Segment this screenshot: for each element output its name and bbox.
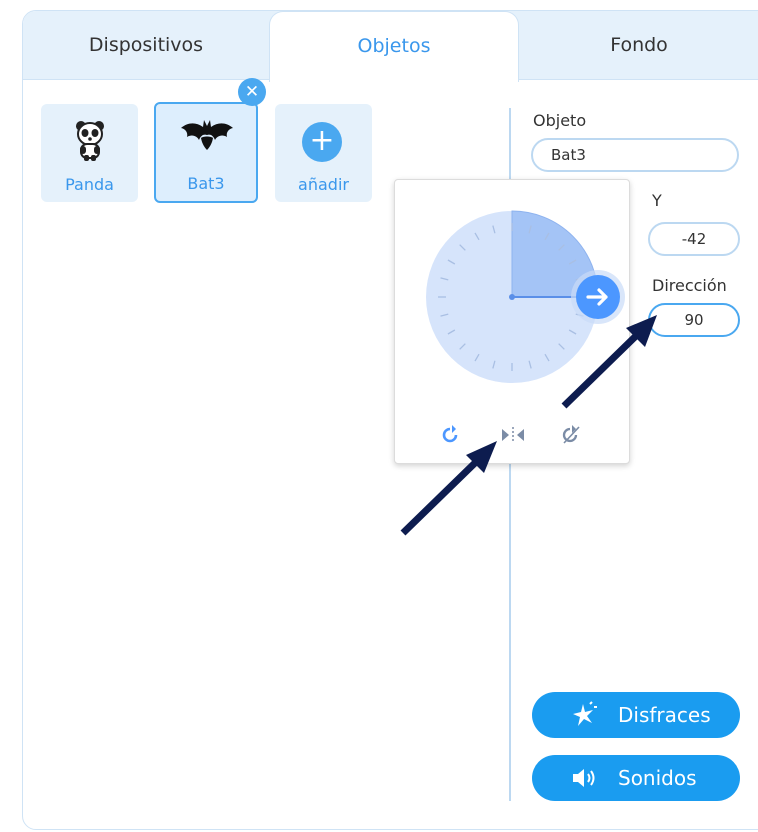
direction-field[interactable]: 90: [648, 303, 740, 337]
direction-popup: [394, 179, 630, 464]
object-name-field[interactable]: Bat3: [531, 138, 739, 172]
rotate-all-around-icon[interactable]: [439, 424, 461, 446]
speaker-icon: [570, 755, 598, 801]
sounds-button[interactable]: Sonidos: [532, 755, 740, 801]
bat-icon: [181, 120, 233, 150]
plus-icon: +: [302, 122, 342, 162]
sprite-label: Panda: [65, 175, 114, 194]
sprite-tile-bat3[interactable]: Bat3: [154, 102, 258, 203]
sounds-label: Sonidos: [618, 766, 697, 790]
sprite-tile-panda[interactable]: Panda: [41, 104, 138, 202]
sprite-label: Bat3: [187, 174, 225, 193]
costumes-label: Disfraces: [618, 703, 711, 727]
y-label: Y: [652, 191, 662, 210]
left-right-flip-icon[interactable]: [498, 425, 528, 445]
direction-dial[interactable]: [395, 180, 631, 420]
delete-sprite-button[interactable]: ✕: [238, 78, 266, 106]
add-label: añadir: [298, 175, 349, 194]
magic-wand-icon: [570, 692, 598, 738]
sprite-panel: Dispositivos Objetos Fondo Panda Bat3 ✕: [22, 10, 758, 830]
y-field[interactable]: -42: [648, 222, 740, 256]
tab-devices[interactable]: Dispositivos: [23, 11, 269, 79]
tab-backdrop[interactable]: Fondo: [517, 11, 758, 79]
costumes-button[interactable]: Disfraces: [532, 692, 740, 738]
object-label: Objeto: [533, 111, 587, 130]
direction-label: Dirección: [652, 276, 727, 295]
add-sprite-tile[interactable]: + añadir: [275, 104, 372, 202]
close-icon: ✕: [244, 82, 260, 102]
tab-bar: Dispositivos Objetos Fondo: [23, 11, 758, 82]
tab-objects[interactable]: Objetos: [269, 11, 519, 82]
panda-icon: [76, 121, 104, 161]
dont-rotate-icon[interactable]: [561, 424, 585, 446]
